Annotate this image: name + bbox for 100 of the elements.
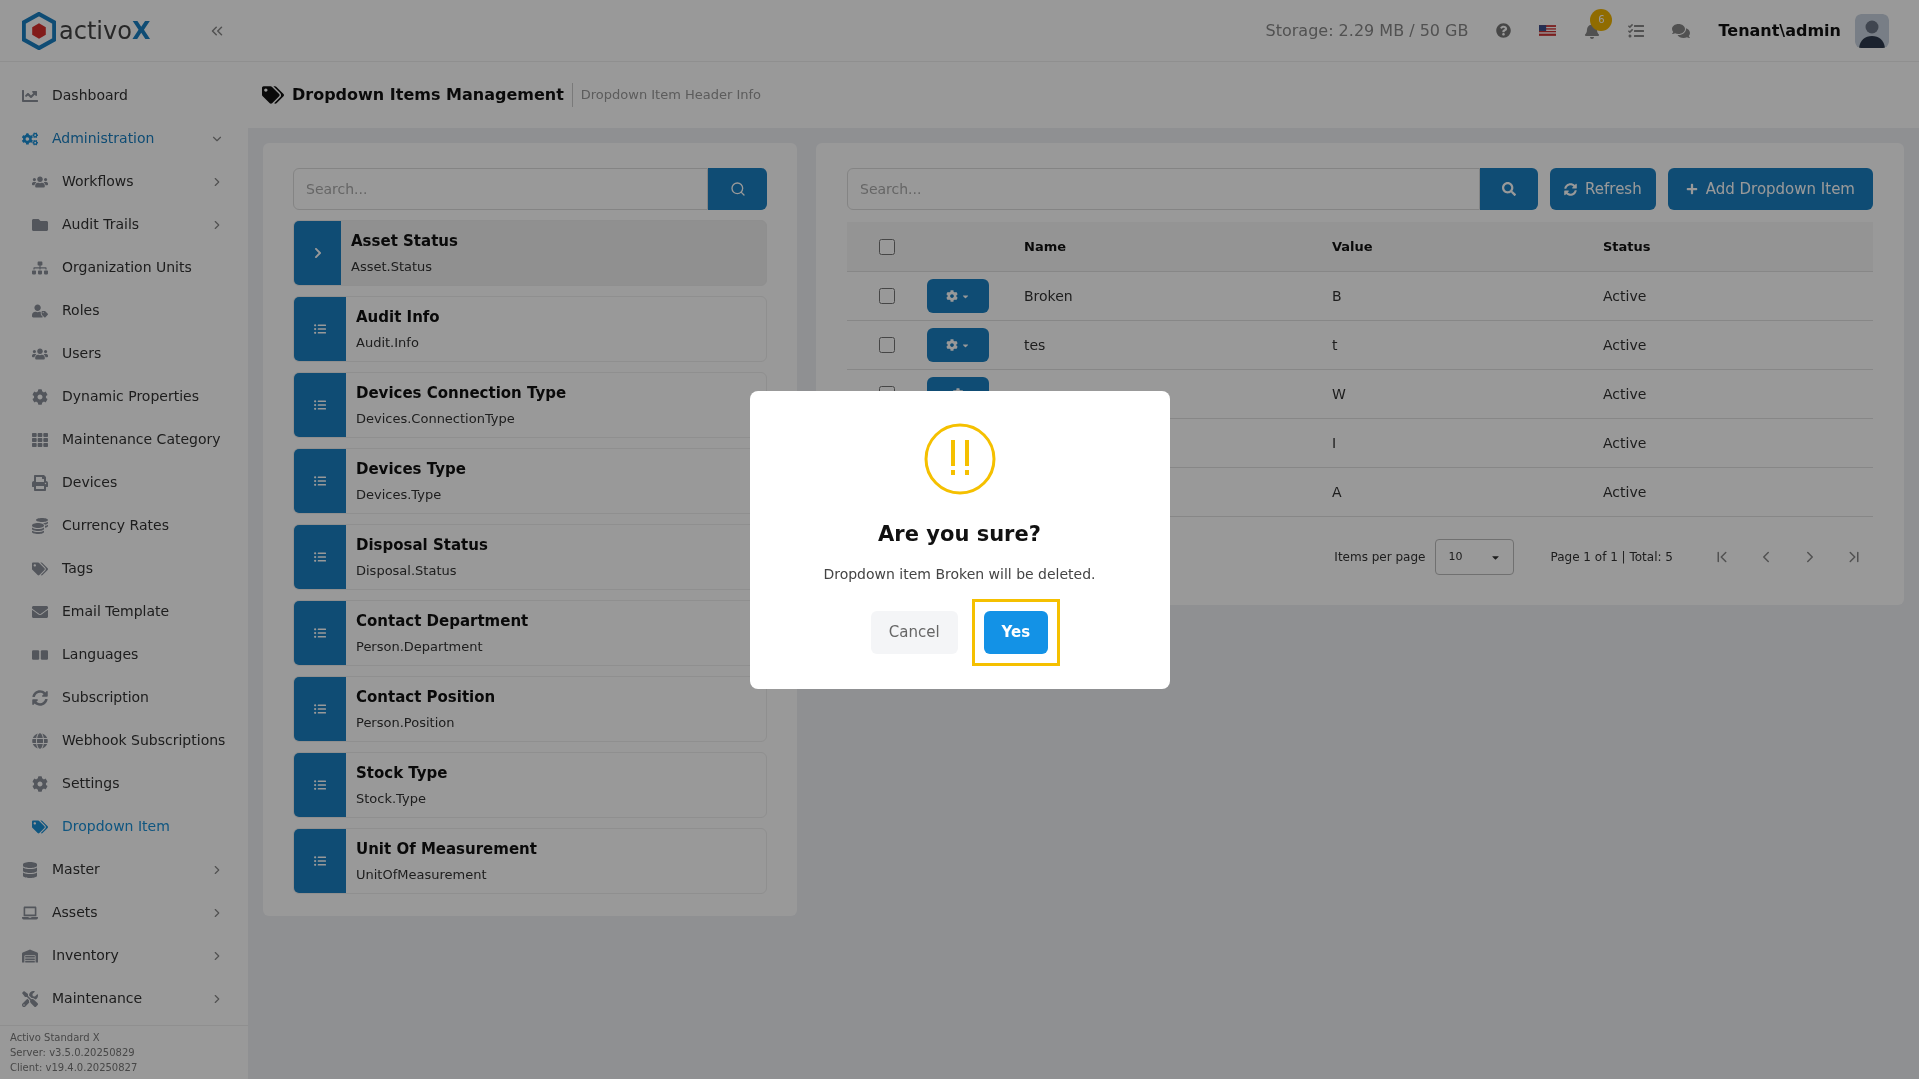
table-cell-text: W xyxy=(1332,384,1347,404)
category-title: Devices Connection Type xyxy=(356,383,567,404)
warehouse-icon xyxy=(22,947,38,964)
sidebar-item[interactable]: Administration xyxy=(22,128,155,149)
notification-count: 6 xyxy=(1590,8,1613,31)
sidebar-item[interactable]: Users xyxy=(32,343,102,364)
page-size-select[interactable]: 10 xyxy=(1435,539,1515,575)
printer-icon xyxy=(32,474,48,491)
checklist-icon[interactable] xyxy=(1628,22,1645,39)
envelope-icon xyxy=(32,603,48,620)
table-cell-text: Active xyxy=(1603,482,1647,502)
category-item[interactable]: Contact Position Person.Position xyxy=(293,676,767,742)
dialog-title: Are you sure? xyxy=(878,520,1041,548)
sidebar-item[interactable]: Assets xyxy=(22,902,98,923)
dialog-message: Dropdown item Broken will be deleted. xyxy=(823,565,1096,584)
sidebar-item[interactable]: Dashboard xyxy=(22,85,128,106)
row-checkbox[interactable] xyxy=(879,337,895,353)
tags-icon xyxy=(32,560,48,577)
sidebar-item[interactable]: Roles xyxy=(32,300,100,321)
sidebar-item[interactable]: Inventory xyxy=(22,945,119,966)
category-item[interactable]: Asset Status Asset.Status xyxy=(293,220,767,286)
category-code: Asset.Status xyxy=(351,257,434,276)
user-name[interactable]: Tenant\admin xyxy=(1718,18,1841,43)
category-code: Person.Position xyxy=(356,713,456,732)
category-title: Contact Position xyxy=(356,687,496,708)
category-code: Audit.Info xyxy=(356,333,420,352)
refresh-icon xyxy=(1564,182,1578,196)
globe-icon xyxy=(32,732,48,749)
column-header: Name xyxy=(1023,237,1067,256)
sidebar-item[interactable]: Currency Rates xyxy=(32,515,169,536)
gears-icon xyxy=(22,130,38,147)
list-icon xyxy=(314,399,326,411)
category-item[interactable]: Devices Connection Type Devices.ConnectionType xyxy=(293,372,767,438)
table-cell-text: t xyxy=(1332,335,1339,355)
avatar-icon[interactable] xyxy=(1855,13,1889,48)
version-text: Activo Standard X xyxy=(10,1031,101,1045)
list-icon xyxy=(314,627,326,639)
flag-icon[interactable] xyxy=(1539,25,1557,36)
page-size-label: Items per page xyxy=(1334,549,1426,566)
grid-icon xyxy=(32,431,48,448)
category-code: Devices.Type xyxy=(356,485,443,504)
search-button[interactable] xyxy=(708,168,767,210)
category-code: Stock.Type xyxy=(356,789,427,808)
sidebar-item[interactable]: Dynamic Properties xyxy=(32,386,199,407)
list-icon xyxy=(314,779,326,791)
sidebar-item[interactable]: Languages xyxy=(32,644,139,665)
help-icon[interactable] xyxy=(1496,23,1512,38)
sidebar-item[interactable]: Devices xyxy=(32,472,118,493)
row-checkbox[interactable] xyxy=(879,288,895,304)
tools-icon xyxy=(22,990,38,1007)
gear-icon xyxy=(32,775,48,792)
sidebar-item[interactable]: Maintenance xyxy=(22,988,143,1009)
category-item[interactable]: Unit Of Measurement UnitOfMeasurement xyxy=(293,828,767,894)
table-cell-text: Active xyxy=(1603,384,1647,404)
sidebar-item[interactable]: Email Template xyxy=(32,601,170,622)
sidebar-item[interactable]: Workflows xyxy=(32,171,134,192)
hierarchy-icon xyxy=(32,259,48,276)
column-header: Status xyxy=(1603,237,1651,256)
add-button[interactable]: Add Dropdown Item xyxy=(1667,168,1873,210)
list-icon xyxy=(314,551,326,563)
tags-icon xyxy=(32,818,48,835)
gear-icon xyxy=(946,290,958,302)
storage-text: Storage: 2.29 MB / 50 GB xyxy=(1265,19,1469,42)
column-header: Value xyxy=(1332,237,1374,256)
category-code: Devices.ConnectionType xyxy=(356,409,516,428)
list-icon xyxy=(314,855,326,867)
sidebar-item[interactable]: Tags xyxy=(32,558,93,579)
tags-icon xyxy=(262,84,284,106)
refresh-button[interactable]: Refresh xyxy=(1550,168,1656,210)
database-icon xyxy=(22,861,38,878)
category-title: Unit Of Measurement xyxy=(356,839,537,860)
table-cell-text: A xyxy=(1332,482,1343,502)
search-button[interactable] xyxy=(1480,168,1539,210)
page-subtitle: Dropdown Item Header Info xyxy=(580,86,762,105)
plus-icon xyxy=(1685,183,1698,195)
sidebar-item[interactable]: Settings xyxy=(32,773,120,794)
category-item[interactable]: Audit Info Audit.Info xyxy=(293,296,767,362)
cancel-button[interactable]: Cancel xyxy=(870,611,958,654)
sidebar-item[interactable]: Subscription xyxy=(32,687,149,708)
confirm-button[interactable]: Yes xyxy=(983,611,1049,654)
sidebar-item[interactable]: Master xyxy=(22,859,100,880)
actions-button[interactable] xyxy=(927,279,989,313)
category-title: Audit Info xyxy=(356,307,440,328)
user-icon xyxy=(32,302,48,319)
sidebar-item[interactable]: Audit Trails xyxy=(32,214,140,235)
table-cell: tes xyxy=(1024,336,1046,353)
actions-button[interactable] xyxy=(927,328,989,362)
category-item[interactable]: Stock Type Stock.Type xyxy=(293,752,767,818)
sidebar-item[interactable]: Maintenance Category xyxy=(32,429,221,450)
sidebar-item[interactable]: Organization Units xyxy=(32,257,192,278)
table-cell-text: Active xyxy=(1603,286,1647,306)
select-all-checkbox[interactable] xyxy=(879,238,895,255)
category-title: Devices Type xyxy=(356,459,466,480)
gear-icon xyxy=(32,388,48,405)
page-summary: Page 1 of 1 | Total: 5 xyxy=(1550,549,1673,566)
table-cell-text: B xyxy=(1332,286,1343,306)
sidebar-item[interactable]: Webhook Subscriptions xyxy=(32,730,226,751)
logo-icon xyxy=(22,11,56,50)
category-title: Disposal Status xyxy=(356,535,488,556)
chat-icon[interactable] xyxy=(1672,21,1691,40)
